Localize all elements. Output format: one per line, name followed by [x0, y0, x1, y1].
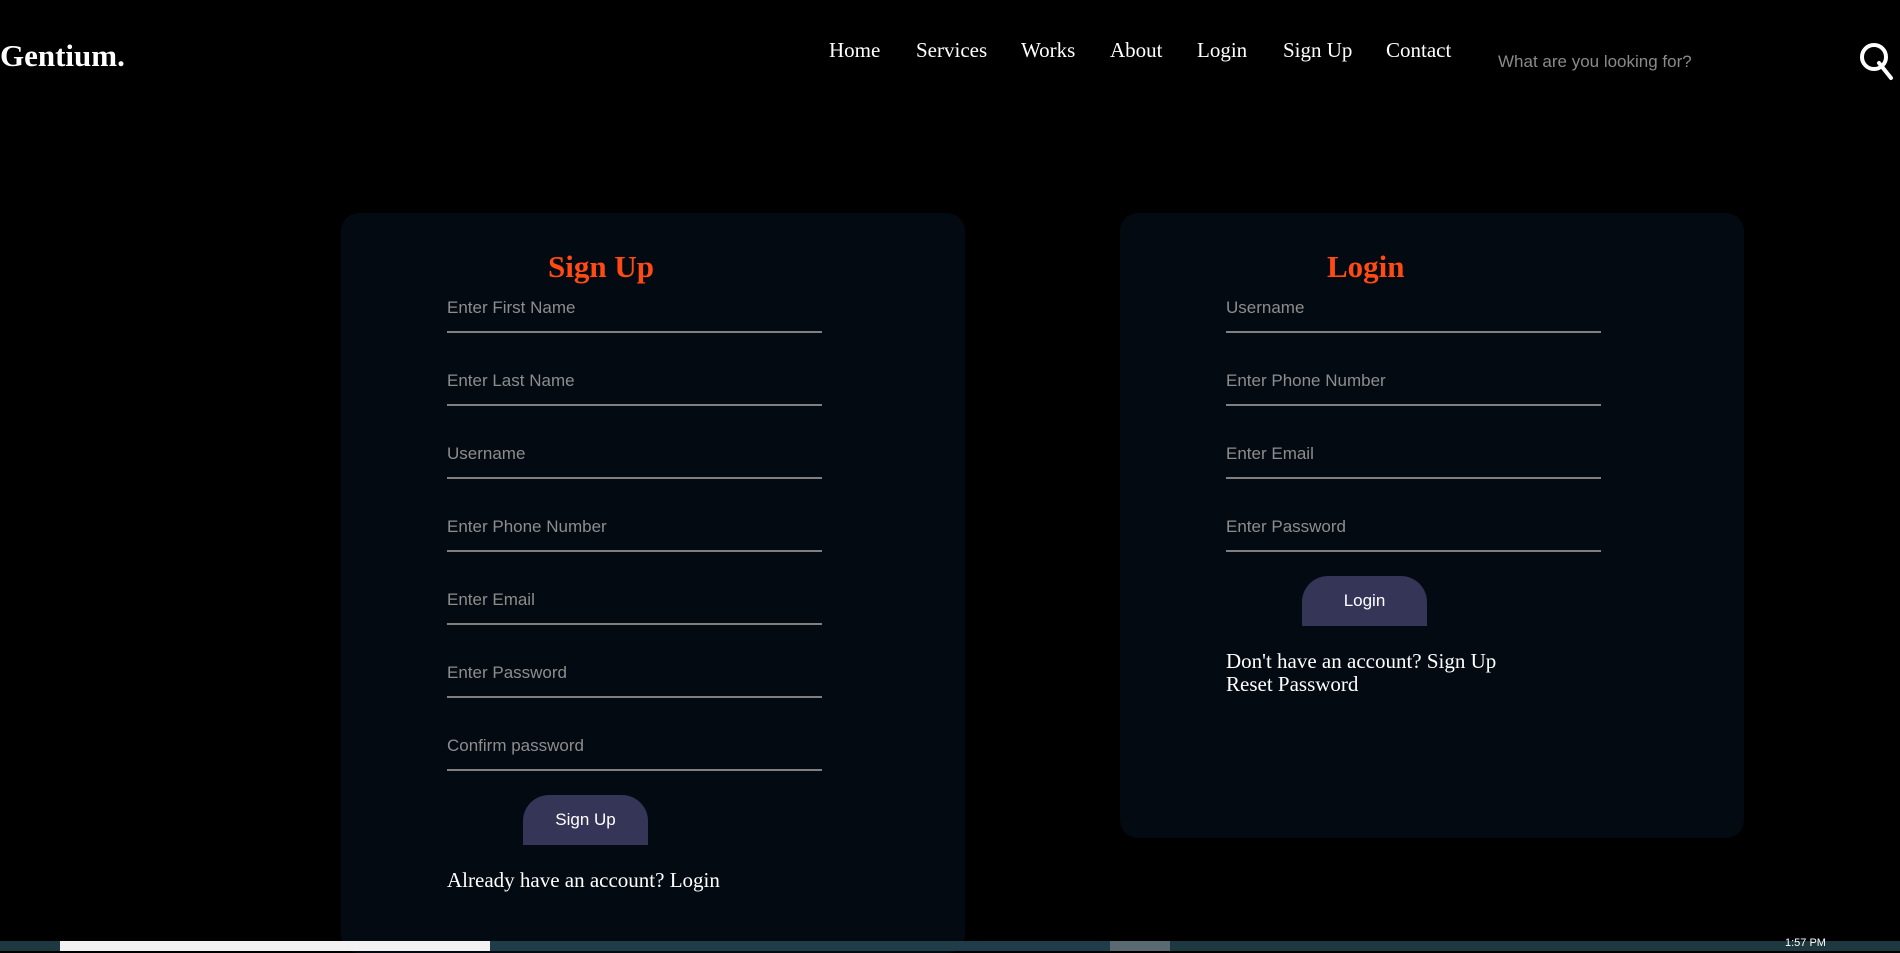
- reset-password-link[interactable]: Reset Password: [1226, 672, 1358, 697]
- nav-services[interactable]: Services: [916, 38, 987, 63]
- signup-username-input[interactable]: [447, 439, 822, 477]
- login-password-input[interactable]: [1226, 512, 1601, 550]
- first-name-input[interactable]: [447, 293, 822, 331]
- login-email-input[interactable]: [1226, 439, 1601, 477]
- signup-phone-input[interactable]: [447, 512, 822, 550]
- confirm-password-input[interactable]: [447, 731, 822, 769]
- nav-about[interactable]: About: [1110, 38, 1163, 63]
- login-phone-field: [1226, 366, 1601, 406]
- login-username-field: [1226, 293, 1601, 333]
- first-name-field: [447, 293, 822, 333]
- confirm-password-field: [447, 731, 822, 771]
- login-email-field: [1226, 439, 1601, 479]
- signup-password-input[interactable]: [447, 658, 822, 696]
- dont-have-account-link[interactable]: Don't have an account? Sign Up: [1226, 649, 1496, 674]
- nav-signup[interactable]: Sign Up: [1283, 38, 1352, 63]
- login-title: Login: [1327, 249, 1405, 284]
- search-icon[interactable]: [1858, 40, 1894, 82]
- last-name-input[interactable]: [447, 366, 822, 404]
- search-input[interactable]: [1488, 44, 1848, 80]
- nav-home[interactable]: Home: [829, 38, 880, 63]
- signup-username-field: [447, 439, 822, 479]
- taskbar-clock[interactable]: 1:57 PM: [1785, 937, 1826, 949]
- login-password-field: [1226, 512, 1601, 552]
- taskbar-apps[interactable]: [490, 941, 1110, 951]
- taskbar-search-box[interactable]: [60, 941, 490, 951]
- signup-email-field: [447, 585, 822, 625]
- nav-works[interactable]: Works: [1021, 38, 1075, 63]
- signup-button[interactable]: Sign Up: [523, 795, 648, 845]
- nav-contact[interactable]: Contact: [1386, 38, 1451, 63]
- site-logo[interactable]: Gentium.: [0, 38, 125, 74]
- already-have-account-link[interactable]: Already have an account? Login: [447, 868, 720, 893]
- login-phone-input[interactable]: [1226, 366, 1601, 404]
- signup-password-field: [447, 658, 822, 698]
- taskbar-active-app[interactable]: [1110, 941, 1170, 951]
- signup-title: Sign Up: [548, 249, 654, 284]
- signup-email-input[interactable]: [447, 585, 822, 623]
- signup-card: Sign Up Sign Up Already have an account?…: [341, 213, 965, 953]
- login-button[interactable]: Login: [1302, 576, 1427, 626]
- last-name-field: [447, 366, 822, 406]
- nav-login[interactable]: Login: [1197, 38, 1247, 63]
- login-card: Login Login Don't have an account? Sign …: [1120, 213, 1744, 838]
- signup-phone-field: [447, 512, 822, 552]
- taskbar: 1:57 PM: [0, 937, 1900, 951]
- login-username-input[interactable]: [1226, 293, 1601, 331]
